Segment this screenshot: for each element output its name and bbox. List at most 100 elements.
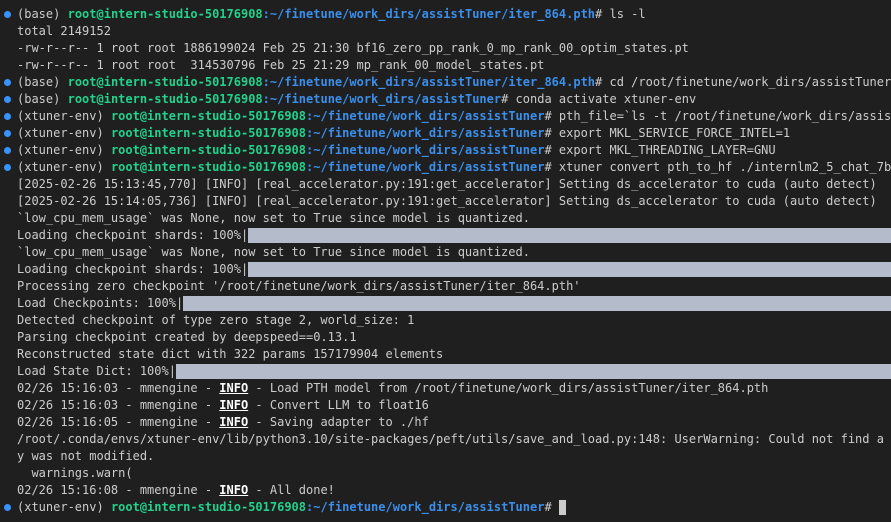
progress-line: Loading checkpoint shards: 100%| xyxy=(0,227,891,244)
output-line: Processing zero checkpoint '/root/finetu… xyxy=(0,278,891,295)
log-line: 02/26 15:16:03 - mmengine - INFO - Load … xyxy=(0,380,891,397)
output-text: -rw-r--r-- 1 root root 314530796 Feb 25 … xyxy=(17,58,545,72)
log-prefix: 02/26 15:16:08 - mmengine - xyxy=(17,483,220,497)
output-text: -rw-r--r-- 1 root root 1886199024 Feb 25… xyxy=(17,41,689,55)
output-line: Parsing checkpoint created by deepspeed=… xyxy=(0,329,891,346)
prompt-line: (base) root@intern-studio-50176908:~/fin… xyxy=(0,91,891,108)
output-line: `low_cpu_mem_usage` was None, now set to… xyxy=(0,210,891,227)
command-decoration-icon[interactable] xyxy=(4,113,11,120)
progress-bar xyxy=(248,228,891,243)
prompt-symbol: # xyxy=(544,500,552,514)
prompt-symbol: # xyxy=(544,143,552,157)
progress-bar xyxy=(248,262,891,277)
log-prefix: 02/26 15:16:05 - mmengine - xyxy=(17,415,220,429)
command-decoration-icon[interactable] xyxy=(4,96,11,103)
prompt-separator: : xyxy=(262,75,270,89)
prompt-separator: : xyxy=(262,92,270,106)
command-text xyxy=(552,500,559,514)
output-line: total 2149152 xyxy=(0,23,891,40)
prompt-symbol: # xyxy=(544,126,552,140)
conda-env: (xtuner-env) xyxy=(17,143,104,157)
output-line: -rw-r--r-- 1 root root 1886199024 Feb 25… xyxy=(0,40,891,57)
command-text: ls -l xyxy=(602,7,646,21)
log-level-link[interactable]: INFO xyxy=(219,398,248,412)
output-line: `low_cpu_mem_usage` was None, now set to… xyxy=(0,244,891,261)
output-line: y was not modified. xyxy=(0,448,891,465)
progress-line: Load Checkpoints: 100%| xyxy=(0,295,891,312)
prompt-path: ~/finetune/work_dirs/assistTuner xyxy=(313,109,545,123)
progress-label: Load State Dict: 100%| xyxy=(17,364,176,378)
output-text: total 2149152 xyxy=(17,24,111,38)
terminal-cursor xyxy=(558,500,566,515)
prompt-path: ~/finetune/work_dirs/assistTuner xyxy=(269,92,502,106)
output-text: warnings.warn( xyxy=(17,466,133,480)
conda-env: (base) xyxy=(17,92,61,106)
command-text: export MKL_SERVICE_FORCE_INTEL=1 xyxy=(551,126,791,140)
log-message: - Saving adapter to ./hf xyxy=(248,415,429,429)
prompt-user-host: root@intern-studio-50176908 xyxy=(67,92,263,106)
output-text: /root/.conda/envs/xtuner-env/lib/python3… xyxy=(17,432,891,446)
command-text: pth_file=`ls -t /root/finetune/work_dirs… xyxy=(558,109,891,123)
command-decoration-icon[interactable] xyxy=(4,164,11,171)
prompt-line: (xtuner-env) root@intern-studio-50176908… xyxy=(0,159,891,176)
progress-label: Load Checkpoints: 100%| xyxy=(17,296,184,310)
prompt-line: (base) root@intern-studio-50176908:~/fin… xyxy=(0,6,891,23)
prompt-path: ~/finetune/work_dirs/assistTuner/iter_86… xyxy=(269,75,596,89)
command-text: export MKL_THREADING_LAYER=GNU xyxy=(551,143,776,157)
prompt-user-host: root@intern-studio-50176908 xyxy=(110,500,307,514)
prompt-line: (base) root@intern-studio-50176908:~/fin… xyxy=(0,74,891,91)
output-text: `low_cpu_mem_usage` was None, now set to… xyxy=(17,245,530,259)
conda-env: (xtuner-env) xyxy=(17,500,104,514)
output-line: /root/.conda/envs/xtuner-env/lib/python3… xyxy=(0,431,891,448)
prompt-user-host: root@intern-studio-50176908 xyxy=(110,143,307,157)
progress-line: Load State Dict: 100%| xyxy=(0,363,891,380)
output-text: Reconstructed state dict with 322 params… xyxy=(17,347,444,361)
prompt-path: ~/finetune/work_dirs/assistTuner xyxy=(313,126,545,140)
progress-bar xyxy=(175,364,891,379)
command-decoration-icon[interactable] xyxy=(4,504,11,511)
output-text: Detected checkpoint of type zero stage 2… xyxy=(17,313,415,327)
output-text: Processing zero checkpoint '/root/finetu… xyxy=(17,279,581,293)
conda-env: (base) xyxy=(17,75,61,89)
prompt-symbol: # xyxy=(544,160,552,174)
output-line: warnings.warn( xyxy=(0,465,891,482)
log-prefix: 02/26 15:16:03 - mmengine - xyxy=(17,398,220,412)
command-decoration-icon[interactable] xyxy=(4,130,11,137)
terminal[interactable]: (base) root@intern-studio-50176908:~/fin… xyxy=(0,0,891,522)
command-decoration-icon[interactable] xyxy=(4,147,11,154)
log-line: 02/26 15:16:08 - mmengine - INFO - All d… xyxy=(0,482,891,499)
command-text: xtuner convert pth_to_hf ./internlm2_5_c… xyxy=(551,160,891,174)
output-line: Detected checkpoint of type zero stage 2… xyxy=(0,312,891,329)
progress-line: Loading checkpoint shards: 100%| xyxy=(0,261,891,278)
output-line: [2025-02-26 15:14:05,736] [INFO] [real_a… xyxy=(0,193,891,210)
prompt-separator: : xyxy=(262,7,270,21)
log-level-link[interactable]: INFO xyxy=(219,381,248,395)
log-level-link[interactable]: INFO xyxy=(219,415,248,429)
prompt-path: ~/finetune/work_dirs/assistTuner xyxy=(313,160,545,174)
log-message: - All done! xyxy=(248,483,335,497)
prompt-user-host: root@intern-studio-50176908 xyxy=(67,7,263,21)
command-decoration-icon[interactable] xyxy=(4,79,11,86)
output-text: [2025-02-26 15:13:45,770] [INFO] [real_a… xyxy=(17,177,877,191)
prompt-user-host: root@intern-studio-50176908 xyxy=(67,75,263,89)
prompt-line: (xtuner-env) root@intern-studio-50176908… xyxy=(0,499,891,516)
prompt-user-host: root@intern-studio-50176908 xyxy=(110,126,307,140)
prompt-symbol: # xyxy=(544,109,552,123)
progress-bar xyxy=(183,296,891,311)
prompt-path: ~/finetune/work_dirs/assistTuner xyxy=(313,500,545,514)
output-text: `low_cpu_mem_usage` was None, now set to… xyxy=(17,211,530,225)
prompt-path: ~/finetune/work_dirs/assistTuner xyxy=(313,143,545,157)
log-prefix: 02/26 15:16:03 - mmengine - xyxy=(17,381,220,395)
log-line: 02/26 15:16:03 - mmengine - INFO - Conve… xyxy=(0,397,891,414)
prompt-line: (xtuner-env) root@intern-studio-50176908… xyxy=(0,142,891,159)
prompt-line: (xtuner-env) root@intern-studio-50176908… xyxy=(0,108,891,125)
prompt-path: ~/finetune/work_dirs/assistTuner/iter_86… xyxy=(269,7,596,21)
prompt-user-host: root@intern-studio-50176908 xyxy=(110,109,307,123)
prompt-line: (xtuner-env) root@intern-studio-50176908… xyxy=(0,125,891,142)
prompt-user-host: root@intern-studio-50176908 xyxy=(110,160,307,174)
conda-env: (xtuner-env) xyxy=(17,126,104,140)
command-decoration-icon[interactable] xyxy=(4,11,11,18)
conda-env: (base) xyxy=(17,7,61,21)
conda-env: (xtuner-env) xyxy=(17,109,104,123)
log-level-link[interactable]: INFO xyxy=(219,483,248,497)
